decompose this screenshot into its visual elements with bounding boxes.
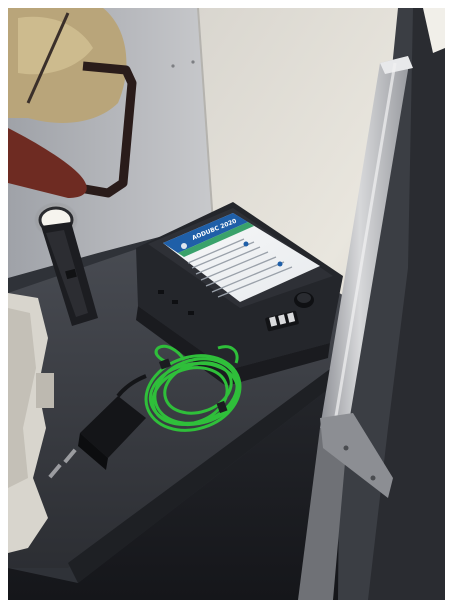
bracket-screw bbox=[343, 445, 349, 451]
screen-icon bbox=[243, 241, 249, 247]
towel-tag bbox=[36, 373, 54, 408]
port bbox=[158, 290, 164, 294]
port bbox=[188, 311, 194, 315]
screw bbox=[171, 64, 175, 68]
device-knob-top bbox=[297, 293, 311, 303]
bracket-screw bbox=[370, 475, 376, 481]
screen-logo-icon bbox=[181, 243, 187, 249]
screw bbox=[191, 60, 195, 64]
scene: AODUBC 2020 bbox=[8, 8, 445, 600]
image-frame: AODUBC 2020 bbox=[0, 0, 457, 608]
port bbox=[172, 300, 178, 304]
photo: AODUBC 2020 bbox=[8, 8, 445, 600]
screen-icon bbox=[277, 261, 283, 267]
